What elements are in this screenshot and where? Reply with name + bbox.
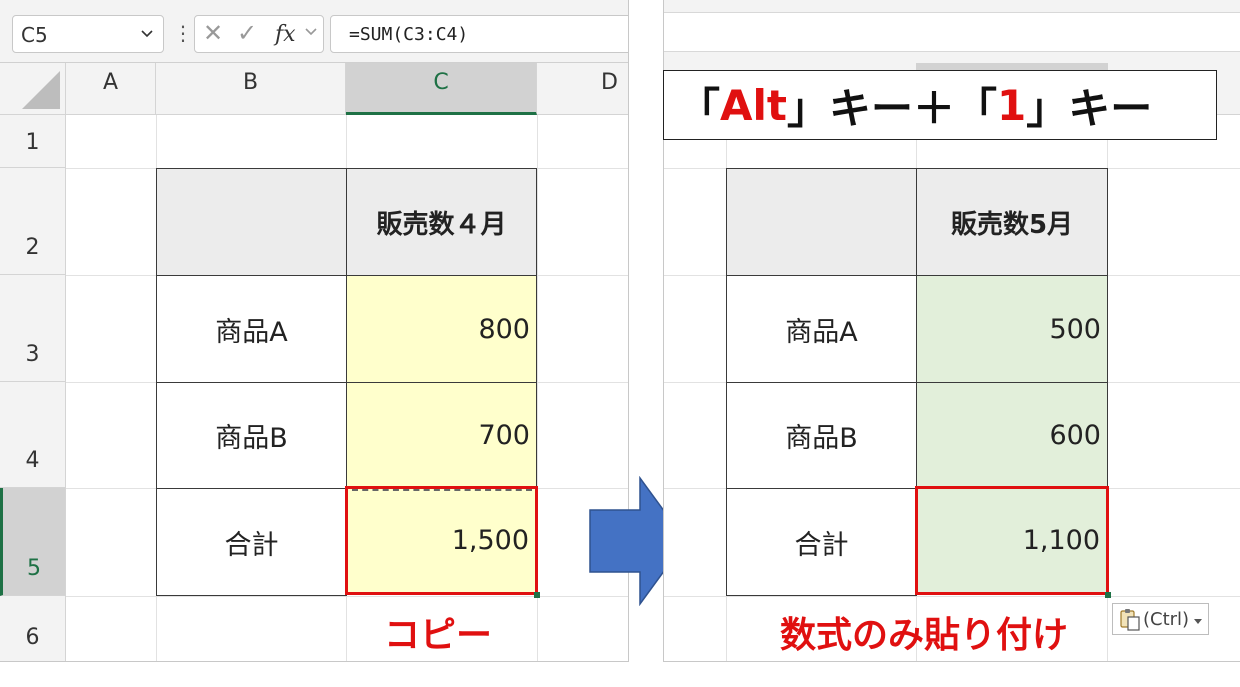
table-header-empty[interactable] (726, 168, 917, 276)
table-row-label[interactable]: 商品A (156, 275, 347, 383)
copy-caption: コピー (384, 615, 493, 656)
key-alt: Alt (720, 80, 787, 130)
row-header-3[interactable]: 3 (0, 275, 66, 382)
column-header-d[interactable]: D (537, 63, 628, 115)
table-row-value[interactable]: 600 (916, 382, 1108, 489)
table-row-value[interactable]: 700 (346, 382, 537, 489)
row-header-2[interactable]: 2 (0, 168, 66, 275)
cancel-icon[interactable]: ✕ (203, 19, 223, 47)
fill-handle[interactable] (1105, 592, 1111, 598)
table-header-sales[interactable]: 販売数４月 (346, 168, 537, 276)
table-row-label[interactable]: 合計 (726, 488, 917, 596)
clipboard-icon (1119, 607, 1141, 631)
function-icon[interactable]: fx (275, 22, 296, 47)
shortcut-banner: 「 Alt 」キー＋「 1 」キー (663, 70, 1217, 140)
formula-input[interactable] (664, 12, 1240, 52)
more-options-icon[interactable]: ⋮ (173, 18, 193, 48)
paste-formulas-caption: 数式のみ貼り付け (780, 615, 1069, 656)
copy-marquee (352, 489, 532, 491)
name-box[interactable]: C5 (12, 15, 164, 53)
formula-input[interactable]: =SUM(C3:C4) (330, 15, 628, 53)
column-header-c[interactable]: C (346, 63, 537, 115)
grid-line (66, 596, 628, 597)
row-header-4[interactable]: 4 (0, 382, 66, 488)
select-all-corner[interactable] (0, 63, 66, 115)
formula-buttons: ✕ ✓ fx (194, 15, 324, 53)
paste-options-button[interactable]: (Ctrl) (1112, 603, 1209, 635)
paste-options-label: (Ctrl) (1143, 608, 1190, 630)
left-excel-window: C5 ⋮ ✕ ✓ fx =SUM(C3:C4) A B C D 1 2 3 4 … (0, 0, 629, 662)
table-row-label[interactable]: 合計 (156, 488, 347, 596)
key-1: 1 (997, 80, 1027, 130)
banner-text: 」キー (1026, 83, 1153, 133)
confirm-icon[interactable]: ✓ (237, 19, 257, 47)
table-header-empty[interactable] (156, 168, 347, 276)
chevron-down-icon[interactable] (303, 20, 319, 50)
row-header-1[interactable]: 1 (0, 115, 66, 168)
row-header-5[interactable]: 5 (0, 488, 66, 596)
fill-handle[interactable] (534, 592, 540, 598)
column-header-a[interactable]: A (66, 63, 156, 115)
row-header-6[interactable]: 6 (0, 596, 66, 661)
total-cell-selected[interactable]: 1,500 (345, 486, 538, 595)
table-row-value[interactable]: 500 (916, 275, 1108, 383)
table-row-label[interactable]: 商品B (726, 382, 917, 489)
column-header-b[interactable]: B (156, 63, 346, 115)
grid-line (664, 596, 1240, 597)
total-cell-selected[interactable]: 1,100 (915, 486, 1109, 595)
table-row-label[interactable]: 商品A (726, 275, 917, 383)
chevron-down-icon[interactable] (139, 22, 155, 50)
table-header-sales[interactable]: 販売数5月 (916, 168, 1108, 276)
banner-text: 「 (678, 83, 721, 133)
table-row-value[interactable]: 800 (346, 275, 537, 383)
banner-text: 」キー＋「 (787, 83, 998, 133)
caret-down-icon (1193, 609, 1203, 630)
name-box-value: C5 (21, 23, 48, 47)
table-row-label[interactable]: 商品B (156, 382, 347, 489)
